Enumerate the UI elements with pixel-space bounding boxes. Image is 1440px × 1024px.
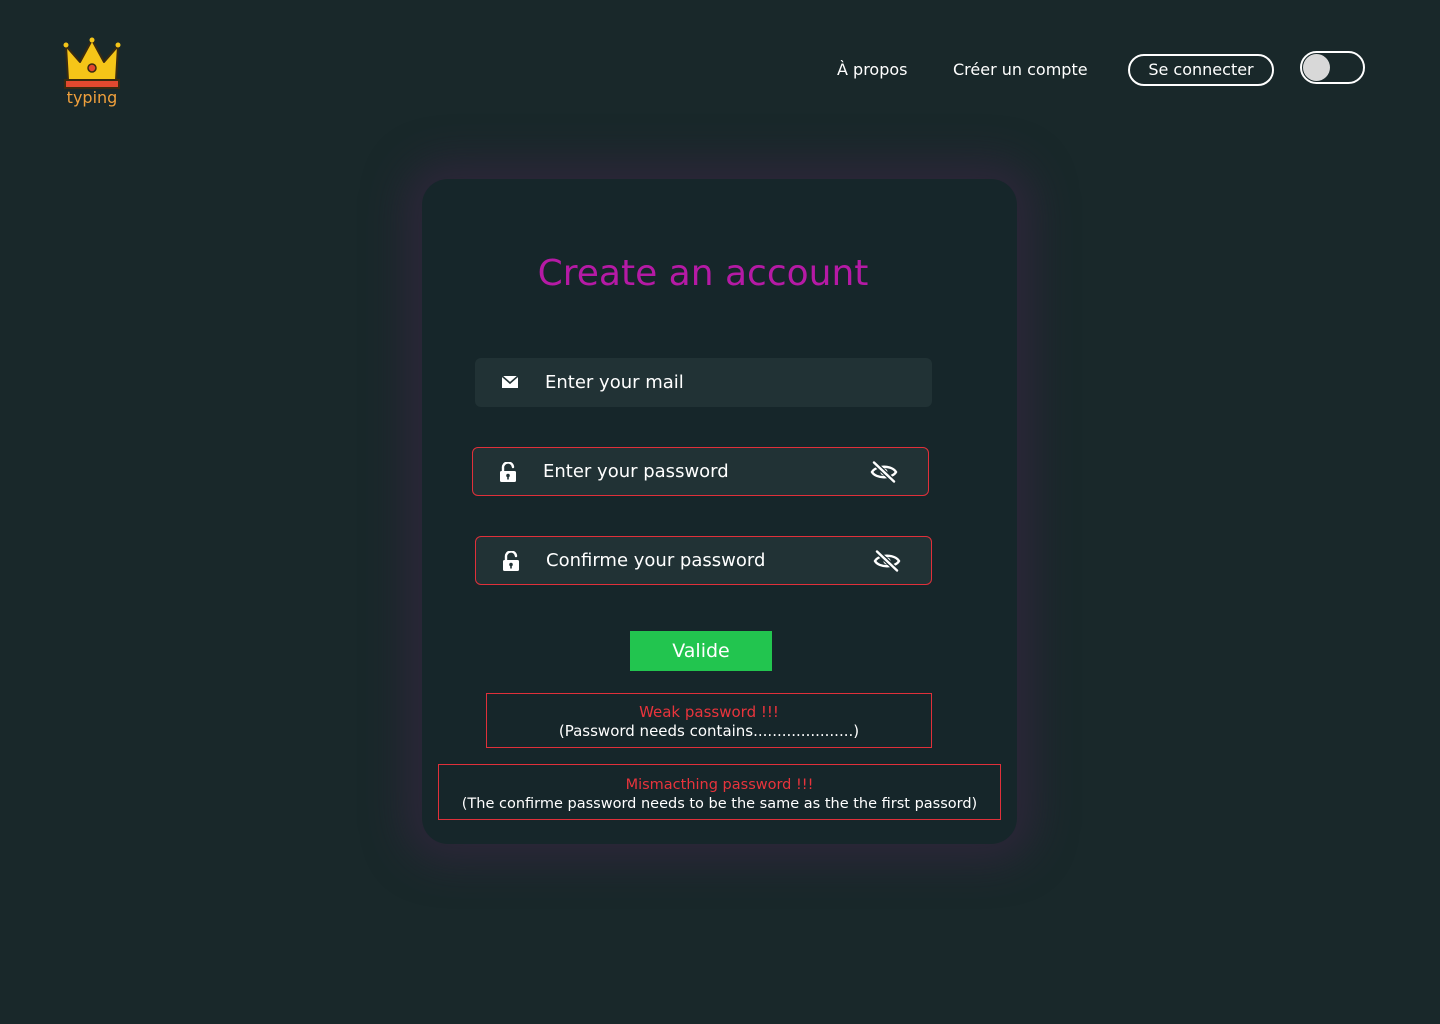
password-input[interactable] (543, 448, 843, 495)
confirm-password-input[interactable] (546, 537, 846, 584)
password-field[interactable] (472, 447, 929, 496)
mail-input[interactable] (545, 358, 845, 407)
weak-password-error: Weak password !!! (Password needs contai… (486, 693, 932, 748)
confirm-password-field[interactable] (475, 536, 932, 585)
eye-slash-icon[interactable] (870, 461, 898, 483)
mismatch-password-error: Mismacthing password !!! (The confirme p… (438, 764, 1001, 820)
theme-toggle[interactable] (1300, 51, 1365, 84)
nav-link-register[interactable]: Créer un compte (953, 59, 1088, 81)
form-title: Create an account (537, 253, 869, 294)
submit-button[interactable]: Valide (630, 631, 772, 671)
login-button[interactable]: Se connecter (1128, 54, 1274, 86)
mismatch-password-error-title: Mismacthing password !!! (625, 777, 814, 793)
envelope-icon (501, 375, 519, 388)
mail-field[interactable] (475, 358, 932, 407)
weak-password-error-detail: (Password needs contains................… (558, 722, 860, 740)
mismatch-password-error-detail: (The confirme password needs to be the s… (461, 796, 978, 812)
eye-slash-icon[interactable] (873, 550, 901, 572)
logo[interactable]: typing (62, 36, 122, 112)
toggle-knob (1303, 54, 1330, 81)
unlock-icon (503, 551, 519, 571)
crown-icon (63, 37, 121, 89)
weak-password-error-title: Weak password !!! (639, 703, 779, 721)
signup-page: typing À propos Créer un compte Se conne… (0, 0, 1440, 1024)
unlock-icon (500, 462, 516, 482)
nav-link-about[interactable]: À propos (837, 59, 907, 81)
logo-text: typing (66, 88, 118, 107)
